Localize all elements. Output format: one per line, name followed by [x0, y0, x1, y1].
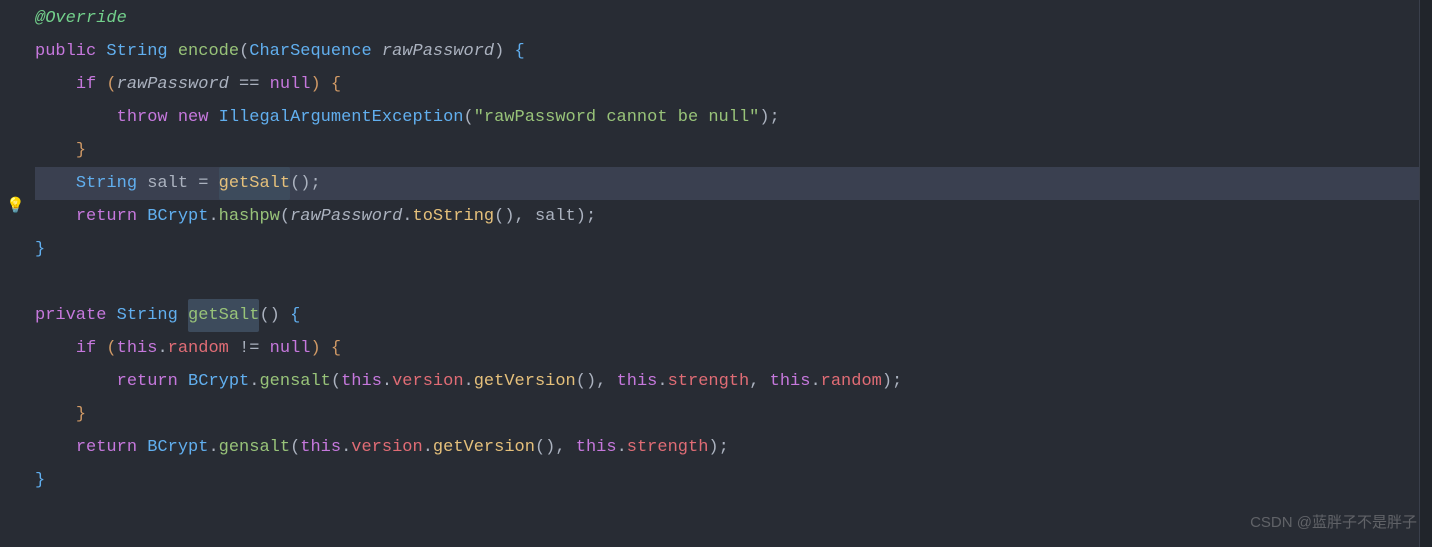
method-call: toString — [413, 200, 495, 233]
identifier: rawPassword — [117, 68, 229, 101]
identifier: salt — [535, 200, 576, 233]
code-line: } — [35, 134, 1432, 167]
keyword: this — [617, 365, 658, 398]
field: strength — [627, 431, 709, 464]
identifier: salt — [147, 167, 188, 200]
keyword: null — [270, 68, 311, 101]
type: String — [117, 299, 178, 332]
code-line: public String encode(CharSequence rawPas… — [35, 35, 1432, 68]
keyword: if — [76, 68, 96, 101]
field: version — [392, 365, 463, 398]
parameter: rawPassword — [382, 35, 494, 68]
code-line: throw new IllegalArgumentException("rawP… — [35, 101, 1432, 134]
type: BCrypt — [188, 365, 249, 398]
operator: = — [198, 167, 208, 200]
keyword: this — [300, 431, 341, 464]
code-line: return BCrypt.gensalt(this.version.getVe… — [35, 365, 1432, 398]
keyword: null — [270, 332, 311, 365]
code-line: if (this.random != null) { — [35, 332, 1432, 365]
vertical-scrollbar[interactable] — [1420, 0, 1432, 547]
keyword: this — [576, 431, 617, 464]
code-line: } — [35, 464, 1432, 497]
code-line: } — [35, 233, 1432, 266]
code-line: @Override — [35, 2, 1432, 35]
field: strength — [668, 365, 750, 398]
method-name: getSalt — [188, 299, 259, 332]
code-line: if (rawPassword == null) { — [35, 68, 1432, 101]
code-line-current: String salt = getSalt(); — [35, 167, 1432, 200]
keyword: this — [770, 365, 811, 398]
field: version — [351, 431, 422, 464]
operator: != — [239, 332, 259, 365]
keyword: throw — [117, 101, 168, 134]
code-editor[interactable]: @Override public String encode(CharSeque… — [0, 0, 1432, 497]
watermark-text: CSDN @蓝胖子不是胖子 — [1250, 506, 1417, 539]
keyword: return — [76, 200, 137, 233]
annotation: @Override — [35, 2, 127, 35]
keyword: return — [117, 365, 178, 398]
type: String — [106, 35, 167, 68]
field: random — [168, 332, 229, 365]
type: String — [76, 167, 137, 200]
method-call: getVersion — [433, 431, 535, 464]
code-line — [35, 266, 1432, 299]
type: IllegalArgumentException — [219, 101, 464, 134]
keyword: this — [341, 365, 382, 398]
keyword: public — [35, 35, 96, 68]
code-line: } — [35, 398, 1432, 431]
method-call: getSalt — [219, 167, 290, 200]
type: CharSequence — [249, 35, 371, 68]
type: BCrypt — [147, 200, 208, 233]
keyword: private — [35, 299, 106, 332]
method-call: gensalt — [259, 365, 330, 398]
keyword: return — [76, 431, 137, 464]
code-line: private String getSalt() { — [35, 299, 1432, 332]
type: BCrypt — [147, 431, 208, 464]
string-literal: "rawPassword cannot be null" — [474, 101, 760, 134]
code-line: return BCrypt.gensalt(this.version.getVe… — [35, 431, 1432, 464]
keyword: if — [76, 332, 96, 365]
method-call: gensalt — [219, 431, 290, 464]
method-call: getVersion — [474, 365, 576, 398]
keyword: this — [117, 332, 158, 365]
keyword: new — [178, 101, 209, 134]
identifier: rawPassword — [290, 200, 402, 233]
operator: == — [239, 68, 259, 101]
method-call: hashpw — [219, 200, 280, 233]
field: random — [821, 365, 882, 398]
code-line: return BCrypt.hashpw(rawPassword.toStrin… — [35, 200, 1432, 233]
method-name: encode — [178, 35, 239, 68]
